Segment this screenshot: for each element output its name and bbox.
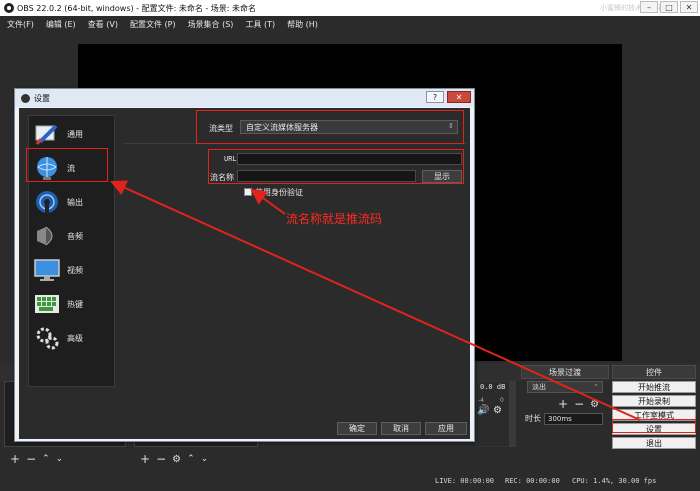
annotation-text: 流名称就是推流码 <box>286 212 383 226</box>
annotation-arrows <box>110 180 641 421</box>
